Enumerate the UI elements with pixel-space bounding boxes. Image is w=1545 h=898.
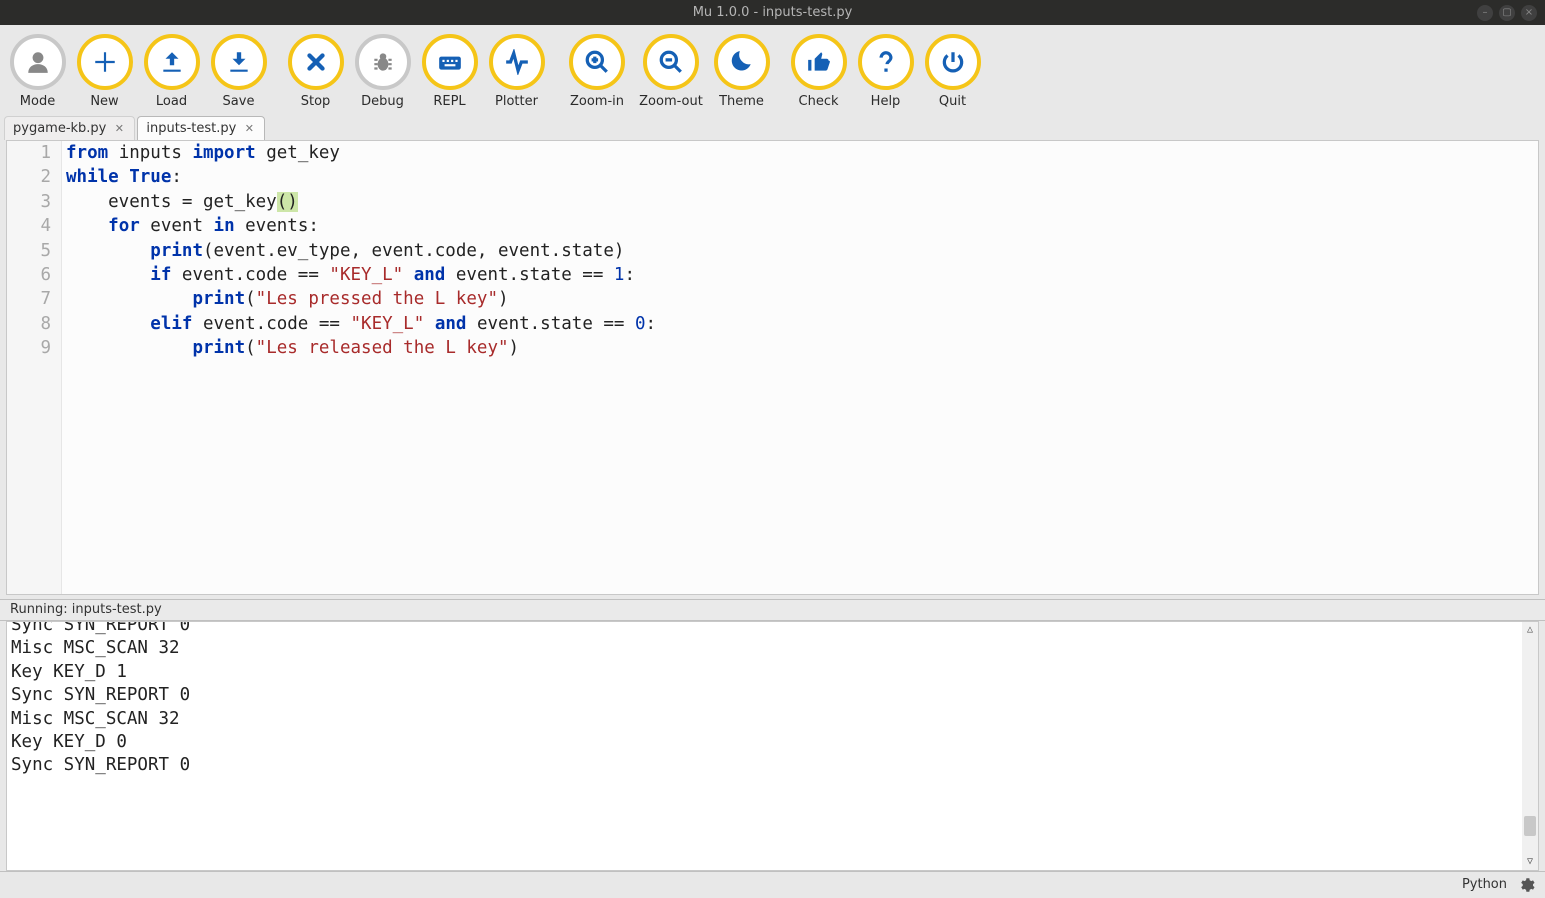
tool-label: Theme (719, 94, 764, 109)
check-button[interactable]: Check (785, 28, 852, 114)
tool-label: Check (799, 94, 839, 109)
tool-label: Stop (301, 94, 331, 109)
scroll-thumb[interactable] (1524, 816, 1536, 836)
zoomout-icon (643, 34, 699, 90)
window-title: Mu 1.0.0 - inputs-test.py (693, 5, 853, 20)
maximize-button[interactable]: ▢ (1499, 5, 1515, 21)
upload-icon (144, 34, 200, 90)
power-icon (925, 34, 981, 90)
tool-label: Plotter (495, 94, 538, 109)
code-area[interactable]: from inputs import get_keywhile True: ev… (62, 141, 1538, 594)
tool-label: Quit (939, 94, 966, 109)
zoomin-icon (569, 34, 625, 90)
output-panel[interactable]: Sync SYN_REPORT 0 Misc MSC_SCAN 32 Key K… (6, 621, 1539, 871)
tool-label: REPL (433, 94, 465, 109)
plus-icon (77, 34, 133, 90)
code-line[interactable]: from inputs import get_key (62, 141, 1538, 165)
code-line[interactable]: print(event.ev_type, event.code, event.s… (62, 239, 1538, 263)
moon-icon (714, 34, 770, 90)
stop-icon (288, 34, 344, 90)
tool-label: Mode (20, 94, 55, 109)
stop-button[interactable]: Stop (282, 28, 349, 114)
thumb-icon (791, 34, 847, 90)
keyboard-icon (422, 34, 478, 90)
help-button[interactable]: Help (852, 28, 919, 114)
toolbar: Mode New Load Save Stop Debug REPL Plotter Zoom-… (0, 25, 1545, 116)
new-button[interactable]: New (71, 28, 138, 114)
code-line[interactable]: while True: (62, 165, 1538, 189)
line-number: 5 (7, 239, 51, 263)
output-text[interactable]: Sync SYN_REPORT 0 Misc MSC_SCAN 32 Key K… (11, 621, 1518, 778)
tool-label: Zoom-out (639, 94, 703, 109)
tool-label: Load (156, 94, 187, 109)
editor-tab[interactable]: pygame-kb.py ✕ (4, 116, 135, 140)
tabbar: pygame-kb.py ✕ inputs-test.py ✕ (0, 116, 1545, 140)
line-number: 8 (7, 312, 51, 336)
line-gutter: 123456789 (7, 141, 62, 594)
tool-label: New (90, 94, 118, 109)
output-scrollbar[interactable]: △ ▽ (1522, 622, 1538, 870)
theme-button[interactable]: Theme (708, 28, 775, 114)
plotter-button[interactable]: Plotter (483, 28, 550, 114)
code-line[interactable]: elif event.code == "KEY_L" and event.sta… (62, 312, 1538, 336)
mode-button[interactable]: Mode (4, 28, 71, 114)
line-number: 9 (7, 336, 51, 360)
line-number: 7 (7, 287, 51, 311)
repl-button[interactable]: REPL (416, 28, 483, 114)
download-icon (211, 34, 267, 90)
tool-label: Help (871, 94, 901, 109)
scroll-down-button[interactable]: ▽ (1522, 854, 1538, 870)
line-number: 3 (7, 190, 51, 214)
window-controls: – ▢ × (1477, 5, 1537, 21)
debug-button[interactable]: Debug (349, 28, 416, 114)
titlebar: Mu 1.0.0 - inputs-test.py – ▢ × (0, 0, 1545, 25)
runner-header: Running: inputs-test.py (0, 599, 1545, 621)
code-line[interactable]: events = get_key() (62, 190, 1538, 214)
tool-label: Save (223, 94, 255, 109)
mode-icon (10, 34, 66, 90)
tool-label: Zoom-in (570, 94, 624, 109)
line-number: 6 (7, 263, 51, 287)
status-mode: Python (1462, 877, 1507, 892)
question-icon (858, 34, 914, 90)
close-icon[interactable]: ✕ (112, 122, 126, 136)
load-button[interactable]: Load (138, 28, 205, 114)
line-number: 2 (7, 165, 51, 189)
tab-label: inputs-test.py (146, 121, 236, 136)
tool-label: Debug (361, 94, 404, 109)
editor-tab[interactable]: inputs-test.py ✕ (137, 116, 265, 140)
code-line[interactable]: for event in events: (62, 214, 1538, 238)
minimize-button[interactable]: – (1477, 5, 1493, 21)
code-line[interactable]: print("Les pressed the L key") (62, 287, 1538, 311)
gear-icon[interactable] (1517, 876, 1535, 894)
line-number: 4 (7, 214, 51, 238)
zoomin-button[interactable]: Zoom-in (560, 28, 634, 114)
pulse-icon (489, 34, 545, 90)
code-line[interactable]: if event.code == "KEY_L" and event.state… (62, 263, 1538, 287)
line-number: 1 (7, 141, 51, 165)
close-button[interactable]: × (1521, 5, 1537, 21)
code-editor[interactable]: 123456789 from inputs import get_keywhil… (6, 140, 1539, 595)
scroll-up-button[interactable]: △ (1522, 622, 1538, 638)
tab-label: pygame-kb.py (13, 121, 106, 136)
close-icon[interactable]: ✕ (242, 122, 256, 136)
code-line[interactable]: print("Les released the L key") (62, 336, 1538, 360)
bug-icon (355, 34, 411, 90)
save-button[interactable]: Save (205, 28, 272, 114)
zoomout-button[interactable]: Zoom-out (634, 28, 708, 114)
quit-button[interactable]: Quit (919, 28, 986, 114)
statusbar: Python (0, 871, 1545, 897)
